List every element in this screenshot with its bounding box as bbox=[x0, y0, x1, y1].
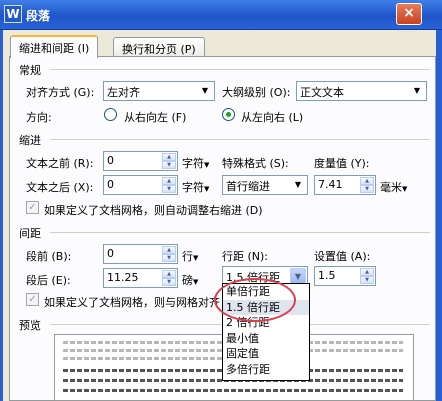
spin-down-icon[interactable]: ▼ bbox=[162, 161, 176, 169]
spacing-grid-checkbox[interactable]: ✓ bbox=[26, 293, 39, 306]
chevron-down-icon: ▼ bbox=[402, 185, 408, 193]
spin-down-icon[interactable]: ▼ bbox=[162, 254, 176, 262]
section-preview-title: 预览 bbox=[19, 319, 41, 332]
window-frame-left bbox=[0, 30, 3, 401]
close-button[interactable]: × bbox=[396, 3, 422, 25]
rtl-label: 从右向左 (F) bbox=[124, 111, 187, 124]
title-bar: W 段落 × bbox=[0, 0, 442, 30]
spacing-before-spinner[interactable]: 0 ▲ ▼ bbox=[103, 244, 178, 264]
indent-before-spinner[interactable]: 0 ▲ ▼ bbox=[103, 151, 178, 171]
section-indent-title: 缩进 bbox=[19, 134, 41, 147]
spin-up-icon[interactable]: ▲ bbox=[360, 177, 374, 185]
spin-down-icon[interactable]: ▼ bbox=[360, 276, 374, 284]
section-separator bbox=[50, 139, 430, 140]
spin-up-icon[interactable]: ▲ bbox=[162, 177, 176, 185]
chevron-down-icon: ▼ bbox=[201, 86, 209, 95]
chevron-down-icon: ▼ bbox=[193, 254, 199, 262]
spacing-after-label: 段后 (E): bbox=[26, 274, 71, 287]
special-format-select[interactable]: 首行缩进 ▼ bbox=[222, 175, 308, 195]
spacing-before-value: 0 bbox=[107, 247, 114, 260]
indent-before-unit[interactable]: 字符▼ bbox=[182, 155, 209, 171]
line-spacing-option-single[interactable]: 单倍行距 bbox=[223, 284, 309, 300]
section-separator bbox=[50, 69, 430, 70]
setting-value: 1.5 bbox=[318, 269, 336, 282]
spacing-before-label: 段前 (B): bbox=[26, 250, 72, 263]
special-format-label: 特殊格式 (S): bbox=[222, 157, 289, 170]
line-spacing-option-1-5[interactable]: 1.5 倍行距 bbox=[223, 299, 309, 315]
setting-value-label: 设置值 (A): bbox=[314, 250, 371, 263]
tab-line-page-breaks[interactable]: 换行和分页 (P) bbox=[113, 37, 205, 57]
spacing-after-spinner[interactable]: 11.25 ▲ ▼ bbox=[103, 268, 178, 288]
indent-after-spinner[interactable]: 0 ▲ ▼ bbox=[103, 175, 178, 195]
special-format-value: 首行缩进 bbox=[226, 180, 270, 193]
ltr-radio[interactable] bbox=[222, 108, 235, 121]
indent-before-label: 文本之前 (R): bbox=[26, 157, 94, 170]
indent-after-unit[interactable]: 字符▼ bbox=[182, 179, 209, 195]
section-separator bbox=[50, 232, 430, 233]
line-spacing-label: 行距 (N): bbox=[222, 250, 269, 263]
spin-up-icon[interactable]: ▲ bbox=[162, 246, 176, 254]
section-spacing-title: 间距 bbox=[19, 227, 41, 240]
measure-unit[interactable]: 毫米▼ bbox=[380, 179, 407, 195]
spin-down-icon[interactable]: ▼ bbox=[360, 185, 374, 193]
indent-grid-label: 如果定义了文档网格，则自动调整右缩进 (D) bbox=[44, 204, 263, 217]
ltr-label: 从左向右 (L) bbox=[241, 111, 304, 124]
spacing-after-value: 11.25 bbox=[107, 271, 139, 284]
tab-indent-spacing[interactable]: 缩进和间距 (I) bbox=[10, 35, 99, 58]
section-general-title: 常规 bbox=[19, 64, 41, 77]
setting-value-spinner[interactable]: 1.5 ▲ ▼ bbox=[314, 266, 376, 286]
preview-line bbox=[63, 389, 403, 392]
indent-after-label: 文本之后 (X): bbox=[26, 181, 94, 194]
line-spacing-option-min[interactable]: 最小值 bbox=[223, 331, 309, 347]
indent-before-value: 0 bbox=[107, 154, 114, 167]
spacing-after-unit[interactable]: 磅▼ bbox=[182, 272, 198, 288]
window-title: 段落 bbox=[26, 9, 51, 23]
indent-after-value: 0 bbox=[107, 178, 114, 191]
spin-up-icon[interactable]: ▲ bbox=[360, 268, 374, 276]
spacing-before-unit[interactable]: 行▼ bbox=[182, 248, 198, 264]
spin-down-icon[interactable]: ▼ bbox=[162, 278, 176, 286]
measure-label: 度量值 (Y): bbox=[314, 157, 370, 170]
indent-grid-checkbox[interactable]: ✓ bbox=[26, 201, 39, 214]
alignment-select[interactable]: 左对齐 ▼ bbox=[103, 81, 215, 101]
window-frame-right bbox=[436, 30, 442, 401]
alignment-value: 左对齐 bbox=[107, 86, 140, 99]
line-spacing-option-multiple[interactable]: 多倍行距 bbox=[223, 362, 309, 378]
alignment-label: 对齐方式 (G): bbox=[26, 86, 95, 99]
chevron-down-icon: ▼ bbox=[204, 185, 210, 193]
line-spacing-option-fixed[interactable]: 固定值 bbox=[223, 346, 309, 362]
line-spacing-option-double[interactable]: 2 倍行距 bbox=[223, 315, 309, 331]
direction-label: 方向: bbox=[26, 111, 52, 124]
outline-level-label: 大纲级别 (O): bbox=[222, 86, 291, 99]
spacing-grid-label: 如果定义了文档网格，则与网格对齐 bbox=[44, 296, 220, 309]
measure-value: 7.41 bbox=[318, 178, 343, 191]
chevron-down-icon: ▼ bbox=[413, 86, 421, 95]
measure-spinner[interactable]: 7.41 ▲ ▼ bbox=[314, 175, 376, 195]
spin-down-icon[interactable]: ▼ bbox=[162, 185, 176, 193]
outline-level-select[interactable]: 正文文本 ▼ bbox=[296, 81, 427, 101]
app-icon: W bbox=[4, 5, 22, 23]
rtl-radio[interactable] bbox=[104, 108, 117, 121]
chevron-down-icon[interactable]: ▼ bbox=[290, 268, 306, 284]
chevron-down-icon: ▼ bbox=[204, 161, 210, 169]
spin-up-icon[interactable]: ▲ bbox=[162, 153, 176, 161]
spin-up-icon[interactable]: ▲ bbox=[162, 270, 176, 278]
chevron-down-icon: ▼ bbox=[294, 180, 302, 189]
chevron-down-icon: ▼ bbox=[193, 278, 199, 286]
outline-level-value: 正文文本 bbox=[300, 86, 344, 99]
line-spacing-dropdown: 单倍行距 1.5 倍行距 2 倍行距 最小值 固定值 多倍行距 bbox=[222, 283, 310, 381]
